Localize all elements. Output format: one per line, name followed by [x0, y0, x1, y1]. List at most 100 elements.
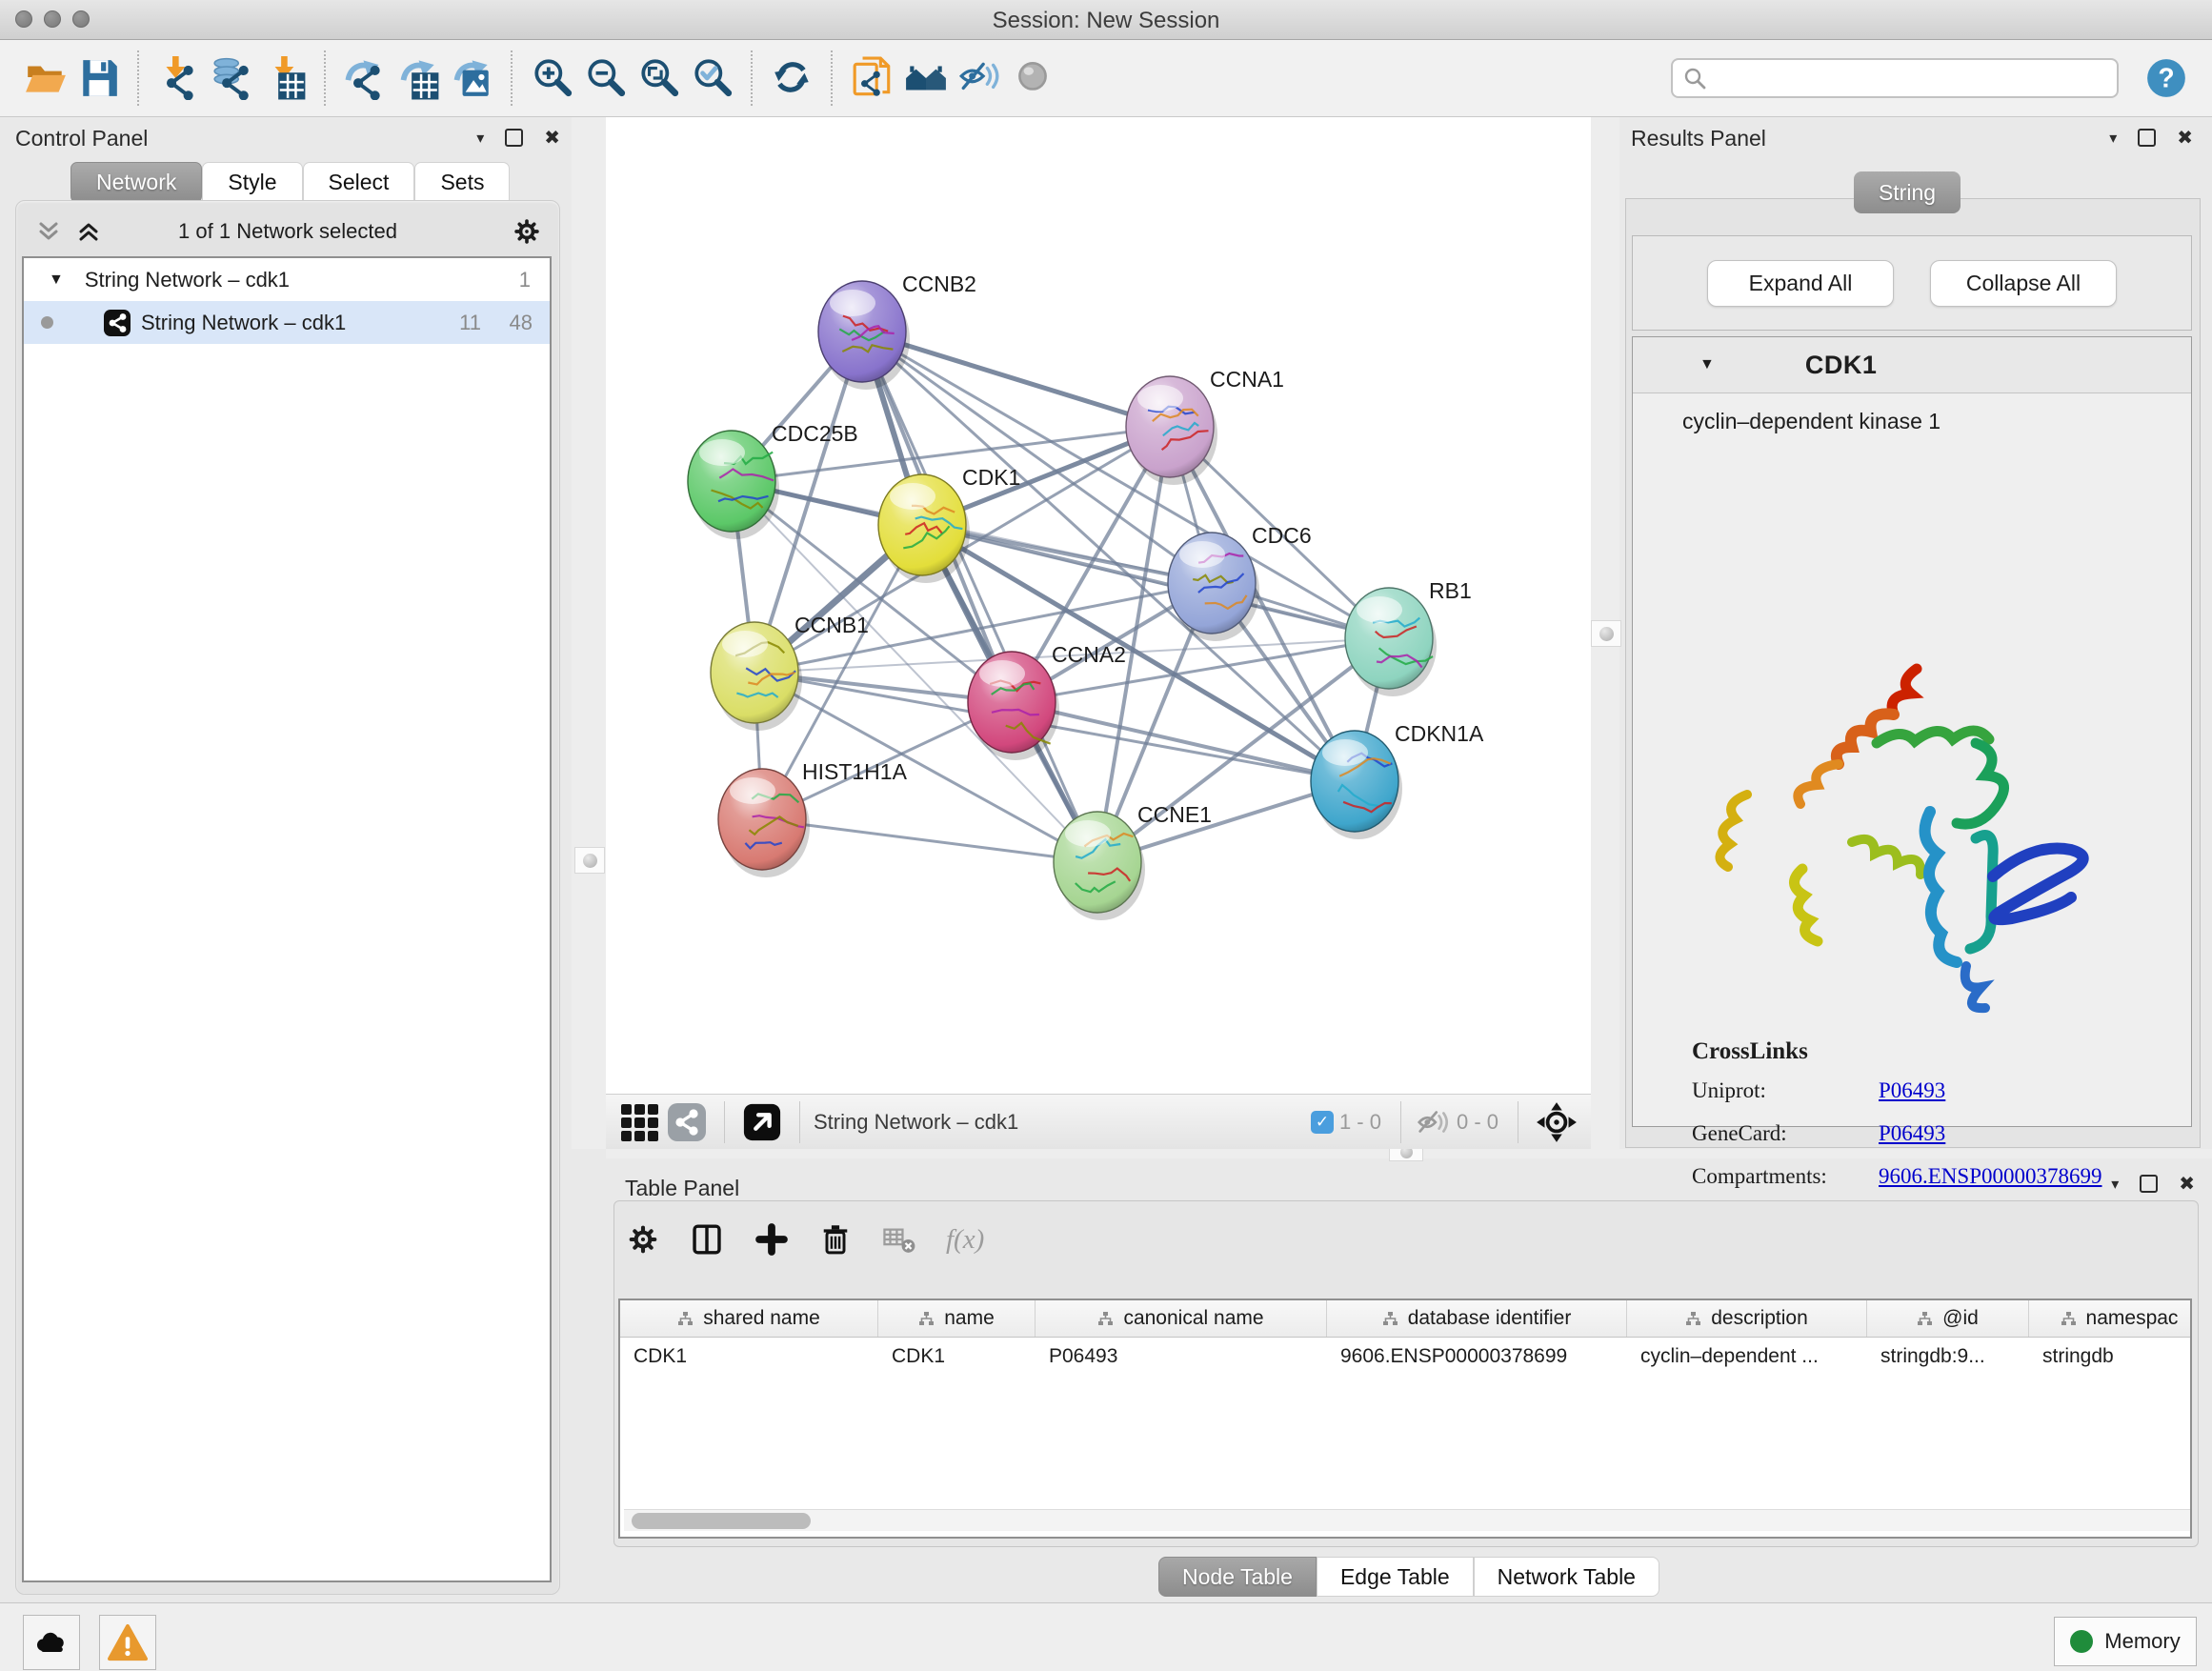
node-CDC25B [688, 431, 779, 539]
scrollbar-thumb[interactable] [632, 1513, 811, 1529]
close-panel-icon[interactable]: ✖ [2177, 126, 2193, 150]
edge-HIST1H1A-CCNE1 [762, 819, 1097, 862]
close-panel-icon[interactable]: ✖ [544, 126, 560, 150]
zoom-selected-button[interactable] [686, 50, 739, 107]
control-panel-title: Control Panel [15, 126, 148, 151]
toolbar-separator [831, 50, 835, 106]
tab-network[interactable]: Network [70, 162, 202, 203]
results-panel: Results Panel ▾ ✖ String Expand All Coll… [1619, 122, 2204, 1153]
export-network-button[interactable] [339, 50, 392, 107]
hide-panels-button[interactable] [953, 50, 1006, 107]
collapse-all-button[interactable]: Collapse All [1930, 260, 2117, 307]
zoom-selected-icon [691, 56, 734, 100]
float-panel-icon[interactable] [2138, 129, 2156, 147]
table-settings-gear-icon[interactable] [626, 1222, 660, 1257]
export-table-button[interactable] [392, 50, 446, 107]
warnings-button[interactable] [99, 1615, 156, 1670]
column-label: description [1711, 1307, 1808, 1330]
table-header-row: shared namenamecanonical namedatabase id… [620, 1300, 2190, 1338]
zoom-in-button[interactable] [526, 50, 579, 107]
import-network-file-button[interactable] [152, 50, 206, 107]
memory-button[interactable]: Memory [2054, 1617, 2197, 1666]
tab-select[interactable]: Select [303, 162, 415, 203]
clone-network-icon [851, 56, 895, 100]
tab-style[interactable]: Style [202, 162, 302, 203]
toolbar-separator [511, 50, 514, 106]
crosslink-label: Uniprot: [1692, 1078, 1879, 1103]
horizontal-scrollbar[interactable] [624, 1509, 2192, 1531]
column-header-description[interactable]: description [1627, 1300, 1867, 1337]
show-panels-button[interactable] [1006, 50, 1059, 107]
table-cell: stringdb:9... [1867, 1338, 2029, 1376]
save-session-icon [77, 56, 121, 100]
import-table-file-button[interactable] [259, 50, 312, 107]
zoom-fit-button[interactable] [633, 50, 686, 107]
show-columns-icon[interactable] [689, 1221, 725, 1258]
main-toolbar: ? [0, 40, 2212, 117]
cloud-tasks-button[interactable] [23, 1615, 80, 1670]
network-canvas[interactable]: CCNB2CCNA1CDC25BCDK1CDC6RB1CCNB1CCNA2CDK… [606, 117, 1591, 1094]
clone-network-button[interactable] [846, 50, 899, 107]
network-row-selected[interactable]: String Network – cdk1 11 48 [24, 301, 550, 344]
section-expander-icon[interactable]: ▼ [1699, 356, 1715, 373]
splitter-handle[interactable] [1591, 620, 1621, 647]
search-box[interactable] [1671, 58, 2119, 98]
home-button[interactable] [899, 50, 953, 107]
table-row[interactable]: CDK1CDK1P064939606.ENSP00000378699cyclin… [620, 1338, 2190, 1376]
add-column-icon[interactable] [754, 1221, 790, 1258]
crosslink-link[interactable]: P06493 [1879, 1121, 1945, 1146]
column-header-canonical-name[interactable]: canonical name [1036, 1300, 1327, 1337]
network-options-gear-icon[interactable] [512, 216, 542, 247]
right-splitter[interactable] [1591, 117, 1619, 1153]
float-panel-icon[interactable] [505, 129, 523, 147]
close-panel-icon[interactable]: ✖ [2179, 1172, 2195, 1196]
tab-node-table[interactable]: Node Table [1158, 1557, 1317, 1597]
crosslinks-title: CrossLinks [1692, 1038, 2102, 1065]
label-CCNB1: CCNB1 [794, 613, 869, 637]
splitter-handle[interactable] [574, 847, 605, 874]
tab-network-table[interactable]: Network Table [1474, 1557, 1659, 1597]
help-button[interactable]: ? [2140, 50, 2193, 107]
import-network-database-button[interactable] [206, 50, 259, 107]
selected-checkbox-icon[interactable]: ✓ [1311, 1111, 1334, 1134]
fit-content-button[interactable] [1532, 1097, 1581, 1147]
label-CDKN1A: CDKN1A [1395, 721, 1484, 746]
column-header-namespac[interactable]: namespac [2029, 1300, 2192, 1337]
minimize-panel-icon[interactable]: ▾ [2109, 129, 2117, 148]
apply-function-button: f(x) [946, 1224, 984, 1256]
minimize-panel-icon[interactable]: ▾ [476, 129, 484, 148]
minimize-panel-icon[interactable]: ▾ [2111, 1175, 2119, 1194]
save-session-button[interactable] [72, 50, 126, 107]
network-collection-row[interactable]: ▼ String Network – cdk1 1 [24, 258, 550, 301]
column-header-database-identifier[interactable]: database identifier [1327, 1300, 1627, 1337]
tab-sets[interactable]: Sets [414, 162, 510, 203]
crosslink-link[interactable]: P06493 [1879, 1078, 1945, 1103]
network-status-dot [41, 316, 53, 329]
string-enrichment-button[interactable] [663, 1098, 711, 1146]
node-CDKN1A [1311, 731, 1402, 839]
zoom-out-button[interactable] [579, 50, 633, 107]
float-panel-icon[interactable] [2140, 1175, 2158, 1193]
left-splitter[interactable] [572, 117, 606, 1149]
export-network-icon [344, 56, 388, 100]
tab-edge-table[interactable]: Edge Table [1317, 1557, 1474, 1597]
control-panel: Control Panel ▾ ✖ NetworkStyleSelectSets… [8, 122, 573, 1602]
node-section-header[interactable]: ▼ CDK1 [1633, 337, 2191, 393]
node-table: shared namenamecanonical namedatabase id… [618, 1299, 2192, 1539]
tab-string[interactable]: String [1854, 171, 1961, 213]
export-image-button[interactable] [446, 50, 499, 107]
delete-table-icon [881, 1221, 917, 1258]
column-header-@id[interactable]: @id [1867, 1300, 2029, 1337]
open-session-button[interactable] [19, 50, 72, 107]
birdseye-view-button[interactable] [615, 1098, 663, 1146]
column-header-shared-name[interactable]: shared name [620, 1300, 878, 1337]
refresh-view-button[interactable] [766, 50, 819, 107]
cloud-icon [32, 1623, 70, 1661]
column-header-name[interactable]: name [878, 1300, 1036, 1337]
open-in-browser-button[interactable] [738, 1098, 786, 1146]
expand-all-button[interactable]: Expand All [1707, 260, 1894, 307]
delete-column-trash-icon[interactable] [818, 1222, 853, 1257]
node-count: 11 [459, 311, 481, 335]
tree-expander-icon[interactable]: ▼ [49, 272, 64, 289]
search-input[interactable] [1707, 67, 2092, 91]
